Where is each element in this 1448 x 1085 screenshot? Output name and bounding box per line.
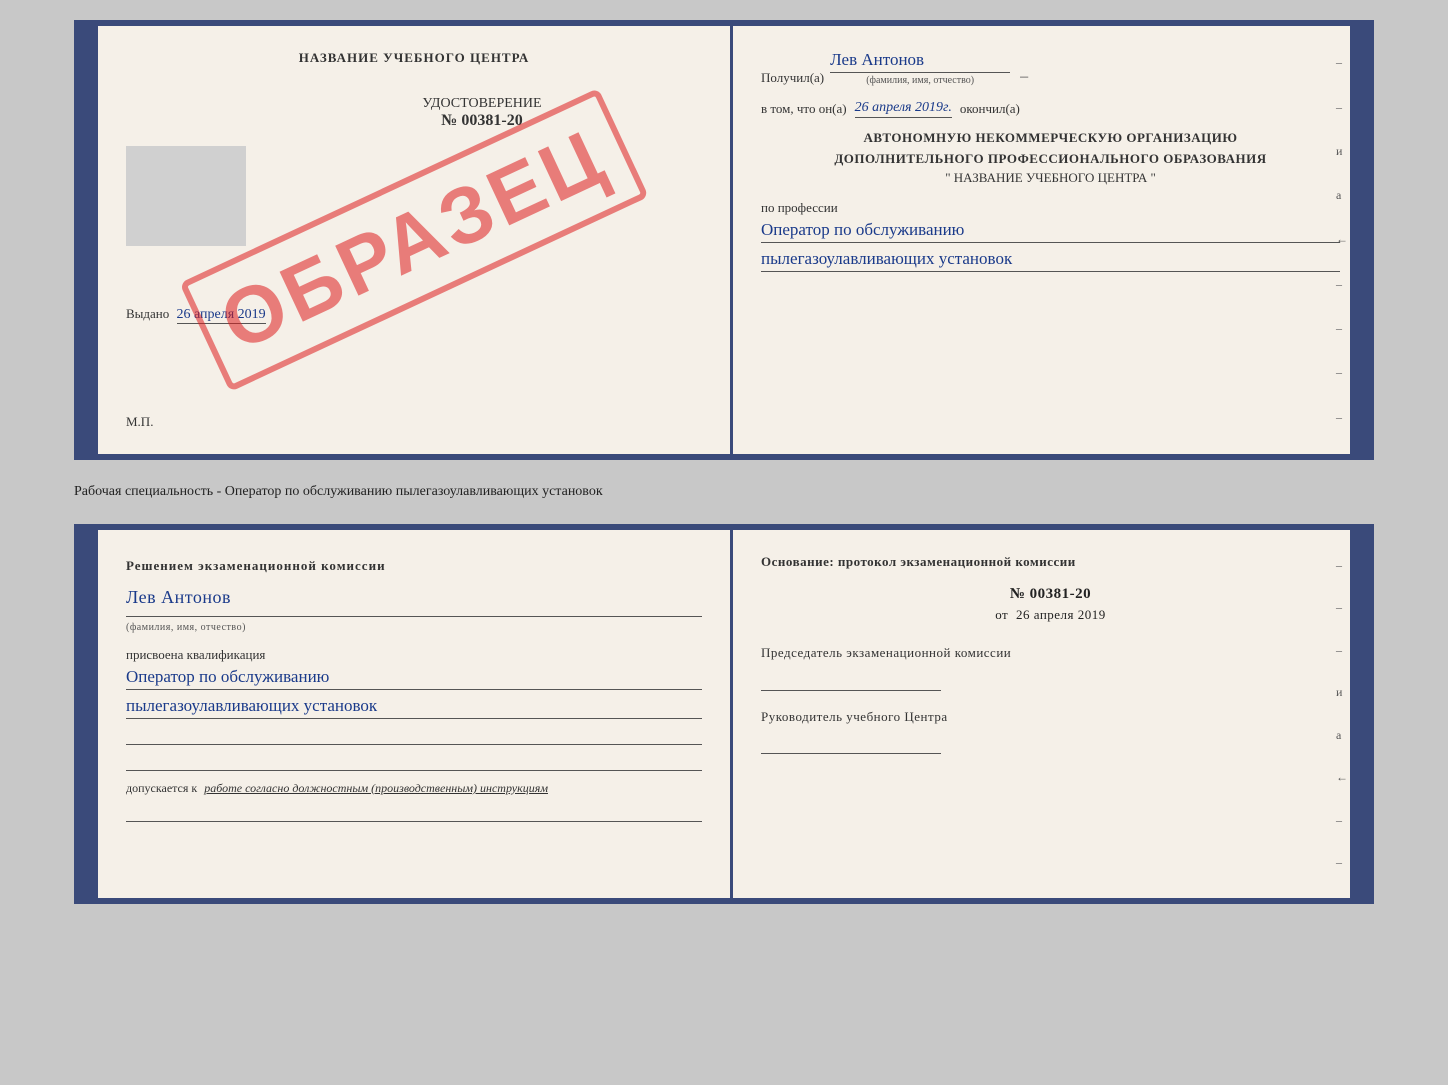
cert-number: № 00381-20 [441,112,522,129]
profession-line2: пылегазоулавливающих установок [761,249,1340,272]
top-certificate-book: НАЗВАНИЕ УЧЕБНОГО ЦЕНТРА УДОСТОВЕРЕНИЕ №… [74,20,1374,460]
decision-block: Решением экзаменационной комиссии Лев Ан… [126,554,702,637]
bottom-spine-left [80,530,98,898]
chairman-signature: Председатель экзаменационной комиссии [761,643,1340,691]
dash6: – [1336,277,1348,292]
date-value: 26 апреля 2019г. [855,100,952,118]
recipient-name: Лев Антонов [830,50,1010,73]
top-right-page: Получил(а) Лев Антонов (фамилия, имя, от… [733,26,1368,454]
decision-name: Лев Антонов [126,581,702,616]
qualification-line1: Оператор по обслуживанию [126,667,702,690]
qualification-label: присвоена квалификация [126,647,702,663]
issued-label: Выдано [126,306,169,321]
b-dash7: – [1336,813,1348,828]
middle-label: Рабочая специальность - Оператор по обсл… [74,476,1374,508]
bottom-certificate-book: Решением экзаменационной комиссии Лев Ан… [74,524,1374,904]
org-line2: ДОПОЛНИТЕЛЬНОГО ПРОФЕССИОНАЛЬНОГО ОБРАЗО… [761,149,1340,170]
date-line: в том, что он(а) 26 апреля 2019г. окончи… [761,100,1340,118]
basis-block: Основание: протокол экзаменационной коми… [761,554,1340,754]
dash8: – [1336,365,1348,380]
recipient-line: Получил(а) Лев Антонов (фамилия, имя, от… [761,50,1340,86]
org-name: " НАЗВАНИЕ УЧЕБНОГО ЦЕНТРА " [761,170,1340,186]
issued-line: Выдано 26 апреля 2019 [126,306,702,323]
head-sig-line [761,734,941,754]
cert-number-area: УДОСТОВЕРЕНИЕ № 00381-20 [262,96,702,130]
profession-label: по профессии [761,200,1340,216]
qualification-line2: пылегазоулавливающих установок [126,696,702,719]
basis-title: Основание: протокол экзаменационной коми… [761,554,1076,569]
profession-line1: Оператор по обслуживанию [761,220,1340,243]
допуск-label: допускается к [126,781,197,795]
mp-label: М.П. [126,414,153,430]
dash7: – [1336,321,1348,336]
photo-placeholder [126,146,246,246]
chairman-sig-line [761,671,941,691]
organization-block: АВТОНОМНУЮ НЕКОММЕРЧЕСКУЮ ОРГАНИЗАЦИЮ ДО… [761,128,1340,186]
book-spine-right [1350,26,1368,454]
bottom-fio-sub: (фамилия, имя, отчество) [126,619,702,637]
decision-title: Решением экзаменационной комиссии [126,554,702,577]
chairman-label: Председатель экзаменационной комиссии [761,643,1340,663]
in-that-label: в том, что он(а) [761,101,847,117]
head-label: Руководитель учебного Центра [761,707,1340,727]
b-dash6: ← [1336,770,1348,785]
protocol-date-value: 26 апреля 2019 [1016,607,1106,622]
empty-line1 [126,727,702,745]
issued-date: 26 апреля 2019 [177,307,266,324]
book-spine-left [80,26,98,454]
b-dash8: – [1336,855,1348,870]
empty-line3 [126,804,702,822]
org-line1: АВТОНОМНУЮ НЕКОММЕРЧЕСКУЮ ОРГАНИЗАЦИЮ [761,128,1340,149]
fio-sublabel: (фамилия, имя, отчество) [830,75,1010,86]
date-prefix: от [995,607,1008,622]
bottom-right-page: Основание: протокол экзаменационной коми… [733,530,1368,898]
head-signature: Руководитель учебного Центра [761,707,1340,755]
допуск-text: работе согласно должностным (производств… [204,781,548,795]
protocol-date: от 26 апреля 2019 [761,607,1340,623]
допуск-line: допускается к работе согласно должностны… [126,781,702,796]
received-label: Получил(а) [761,70,824,86]
training-center-title: НАЗВАНИЕ УЧЕБНОГО ЦЕНТРА [126,50,702,66]
bottom-spine-right [1350,530,1368,898]
bottom-left-page: Решением экзаменационной комиссии Лев Ан… [98,530,733,898]
protocol-number: № 00381-20 [761,586,1340,603]
top-left-page: НАЗВАНИЕ УЧЕБНОГО ЦЕНТРА УДОСТОВЕРЕНИЕ №… [98,26,733,454]
empty-line2 [126,753,702,771]
cert-label: УДОСТОВЕРЕНИЕ [262,96,702,112]
finished-label: окончил(а) [960,101,1020,117]
dash9: – [1336,410,1348,425]
